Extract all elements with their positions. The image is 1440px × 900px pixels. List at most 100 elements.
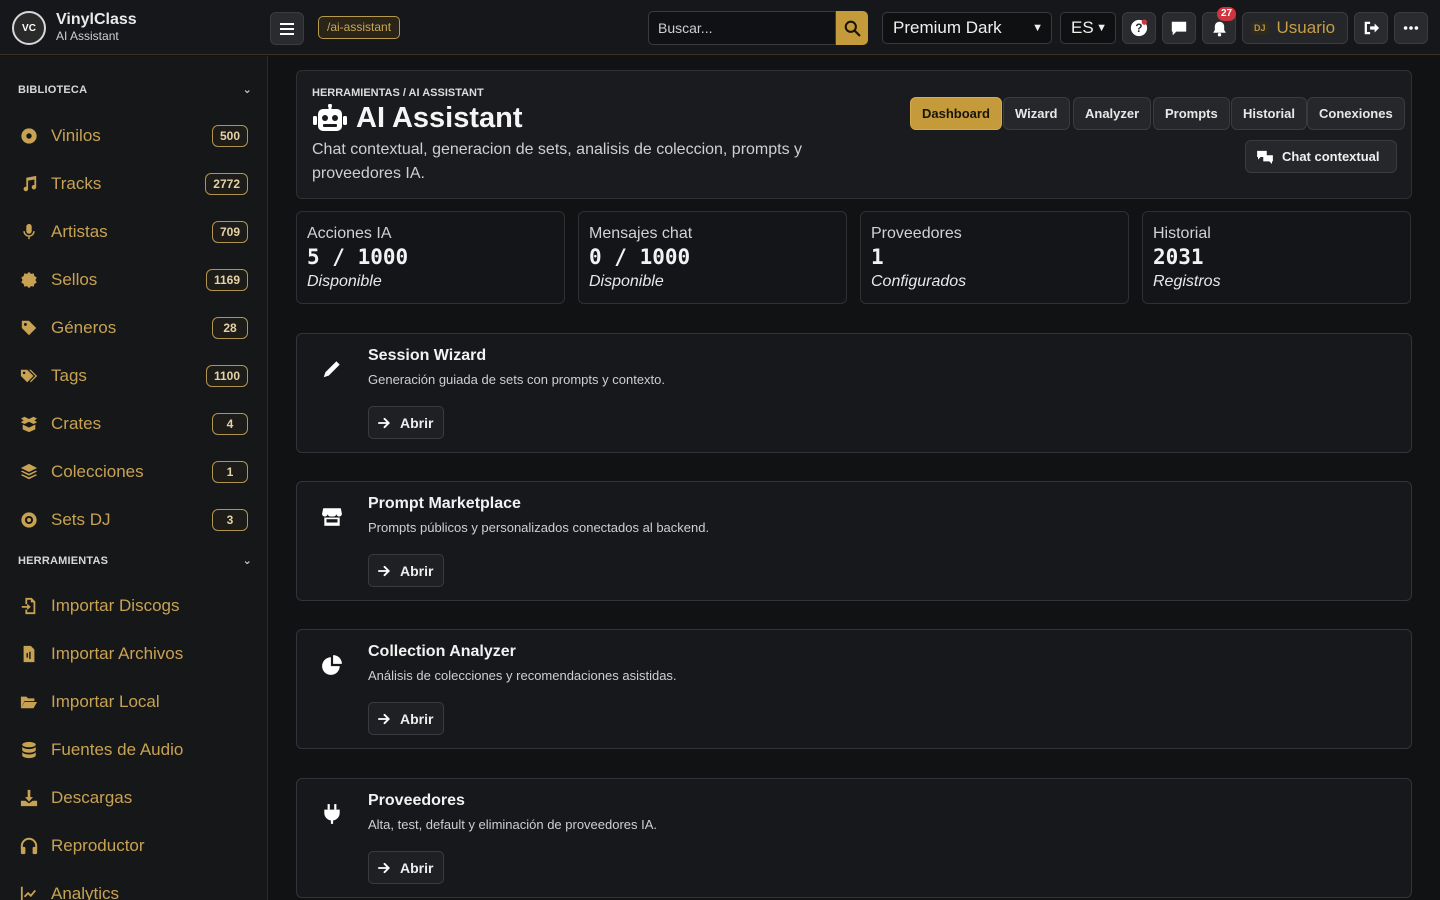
card-description: Prompts públicos y personalizados conect…	[368, 520, 710, 535]
sidebar-item-label: Sets DJ	[51, 510, 111, 529]
sidebar-item-tags[interactable]: Tags 1100	[18, 358, 248, 394]
sidebar-item-label: Vinilos	[51, 126, 101, 145]
card-description: Alta, test, default y eliminación de pro…	[368, 817, 658, 832]
chat-contextual-button[interactable]: Chat contextual	[1245, 140, 1397, 173]
arrow-right-icon	[378, 713, 390, 724]
sidebar-item-importar-local[interactable]: Importar Local	[18, 684, 248, 720]
theme-select[interactable]: Premium Dark ▼	[882, 12, 1052, 44]
sidebar-item-count-badge: 1169	[205, 269, 248, 291]
theme-select-value: Premium Dark	[893, 18, 1002, 37]
pie-chart-icon	[319, 652, 345, 678]
sidebar-item-crates[interactable]: Crates 4	[18, 406, 248, 442]
feature-card-prompt-marketplace: Prompt Marketplace Prompts públicos y pe…	[296, 481, 1412, 601]
sidebar-item-label: Analytics	[51, 884, 120, 900]
sidebar-item-fuentes-de-audio[interactable]: Fuentes de Audio	[18, 732, 248, 768]
sidebar-item-tracks[interactable]: Tracks 2772	[18, 166, 248, 202]
music-note-icon	[18, 173, 40, 195]
sidebar-item-sellos[interactable]: Sellos 1169	[18, 262, 248, 298]
headphones-icon	[18, 835, 40, 857]
sidebar-item-colecciones[interactable]: Colecciones 1	[18, 454, 248, 490]
open-button-label: Abrir	[400, 562, 434, 579]
sidebar-item-label: Importar Discogs	[51, 596, 180, 615]
card-description: Generación guiada de sets con prompts y …	[368, 372, 666, 387]
stat-value: 1	[871, 245, 884, 269]
card-title: Prompt Marketplace	[368, 495, 521, 512]
sidebar-section-tools[interactable]: HERRAMIENTAS ⌄	[18, 555, 252, 571]
arrow-right-icon	[378, 565, 390, 576]
sidebar-section-tools-label: HERRAMIENTAS	[18, 555, 109, 567]
sidebar-item-artistas[interactable]: Artistas 709	[18, 214, 248, 250]
sidebar-item-label: Tracks	[51, 174, 102, 193]
logout-button[interactable]	[1354, 12, 1388, 44]
chat-contextual-label: Chat contextual	[1282, 149, 1380, 164]
open-button[interactable]: Abrir	[368, 851, 444, 884]
page-header: HERRAMIENTAS / AI ASSISTANT AI Assistant…	[296, 70, 1412, 199]
stat-card: Historial 2031 Registros	[1142, 211, 1411, 304]
stat-card: Acciones IA 5 / 1000 Disponible	[296, 211, 565, 304]
sidebar-item-label: Descargas	[51, 788, 133, 807]
feature-card-collection-analyzer: Collection Analyzer Análisis de coleccio…	[296, 629, 1412, 749]
page-description: Chat contextual, generacion de sets, ana…	[312, 141, 803, 182]
feature-card-session-wizard: Session Wizard Generación guiada de sets…	[296, 333, 1412, 453]
stat-label: Acciones IA	[307, 225, 392, 242]
open-button[interactable]: Abrir	[368, 702, 444, 735]
tab-analyzer[interactable]: Analyzer	[1073, 97, 1152, 130]
sidebar-item-géneros[interactable]: Géneros 28	[18, 310, 248, 346]
sidebar-item-reproductor[interactable]: Reproductor	[18, 828, 248, 864]
sidebar-item-count-badge: 1	[212, 461, 248, 483]
sidebar-item-count-badge: 1100	[205, 365, 248, 387]
layers-icon	[18, 461, 40, 483]
more-options-button[interactable]	[1394, 12, 1428, 44]
stat-value: 2031	[1153, 245, 1204, 269]
sidebar-item-analytics[interactable]: Analytics	[18, 876, 248, 900]
tag-icon	[18, 317, 40, 339]
sidebar-item-label: Artistas	[51, 222, 108, 241]
database-icon	[18, 739, 40, 761]
sidebar-item-importar-discogs[interactable]: Importar Discogs	[18, 588, 248, 624]
tab-wizard[interactable]: Wizard	[1003, 97, 1070, 130]
user-label: Usuario	[1276, 18, 1336, 37]
open-button[interactable]: Abrir	[368, 554, 444, 587]
search-input[interactable]: Buscar...	[648, 11, 836, 45]
brand-title: VinylClass	[56, 11, 137, 28]
user-menu-button[interactable]: DJ Usuario	[1242, 12, 1348, 44]
arrow-right-icon	[378, 862, 390, 873]
top-bar: VC VinylClass AI Assistant /ai-assistant…	[0, 0, 1440, 55]
tab-conexiones[interactable]: Conexiones	[1307, 97, 1405, 130]
box-icon	[18, 413, 40, 435]
stat-subtitle: Registros	[1153, 273, 1221, 290]
search-button[interactable]	[836, 11, 868, 45]
brand-subtitle: AI Assistant	[56, 29, 119, 43]
tab-prompts[interactable]: Prompts	[1153, 97, 1230, 130]
sidebar-item-label: Importar Local	[51, 692, 160, 711]
arrow-right-icon	[378, 417, 390, 428]
sidebar-item-label: Fuentes de Audio	[51, 740, 184, 759]
tab-historial[interactable]: Historial	[1231, 97, 1308, 130]
sidebar-section-library[interactable]: BIBLIOTECA ⌄	[18, 84, 252, 100]
microphone-icon	[18, 221, 40, 243]
messages-button[interactable]	[1162, 12, 1196, 44]
sidebar-item-sets-dj[interactable]: Sets DJ 3	[18, 502, 248, 538]
chevron-down-icon: ⌄	[242, 84, 252, 96]
open-button[interactable]: Abrir	[368, 406, 444, 439]
logo[interactable]: VC	[12, 11, 46, 45]
sidebar-item-label: Colecciones	[51, 462, 144, 481]
tab-dashboard[interactable]: Dashboard	[910, 97, 1002, 130]
record-icon	[18, 509, 40, 531]
help-button[interactable]: ?	[1122, 12, 1156, 44]
svg-text:?: ?	[1135, 22, 1142, 35]
bell-icon	[1212, 21, 1226, 36]
chat-bubble-icon	[1171, 21, 1187, 36]
sidebar-item-descargas[interactable]: Descargas	[18, 780, 248, 816]
user-badge: DJ	[1251, 21, 1269, 35]
brand: VinylClass AI Assistant	[56, 11, 137, 43]
card-title: Session Wizard	[368, 347, 487, 364]
language-select[interactable]: ES ▼	[1060, 12, 1116, 44]
chevron-down-icon: ▼	[1096, 22, 1107, 34]
card-title: Collection Analyzer	[368, 643, 516, 660]
chevron-down-icon: ⌄	[242, 555, 252, 567]
menu-toggle-button[interactable]	[270, 12, 304, 45]
sidebar-item-importar-archivos[interactable]: Importar Archivos	[18, 636, 248, 672]
sidebar-item-count-badge: 500	[211, 125, 248, 147]
sidebar-item-vinilos[interactable]: Vinilos 500	[18, 118, 248, 154]
